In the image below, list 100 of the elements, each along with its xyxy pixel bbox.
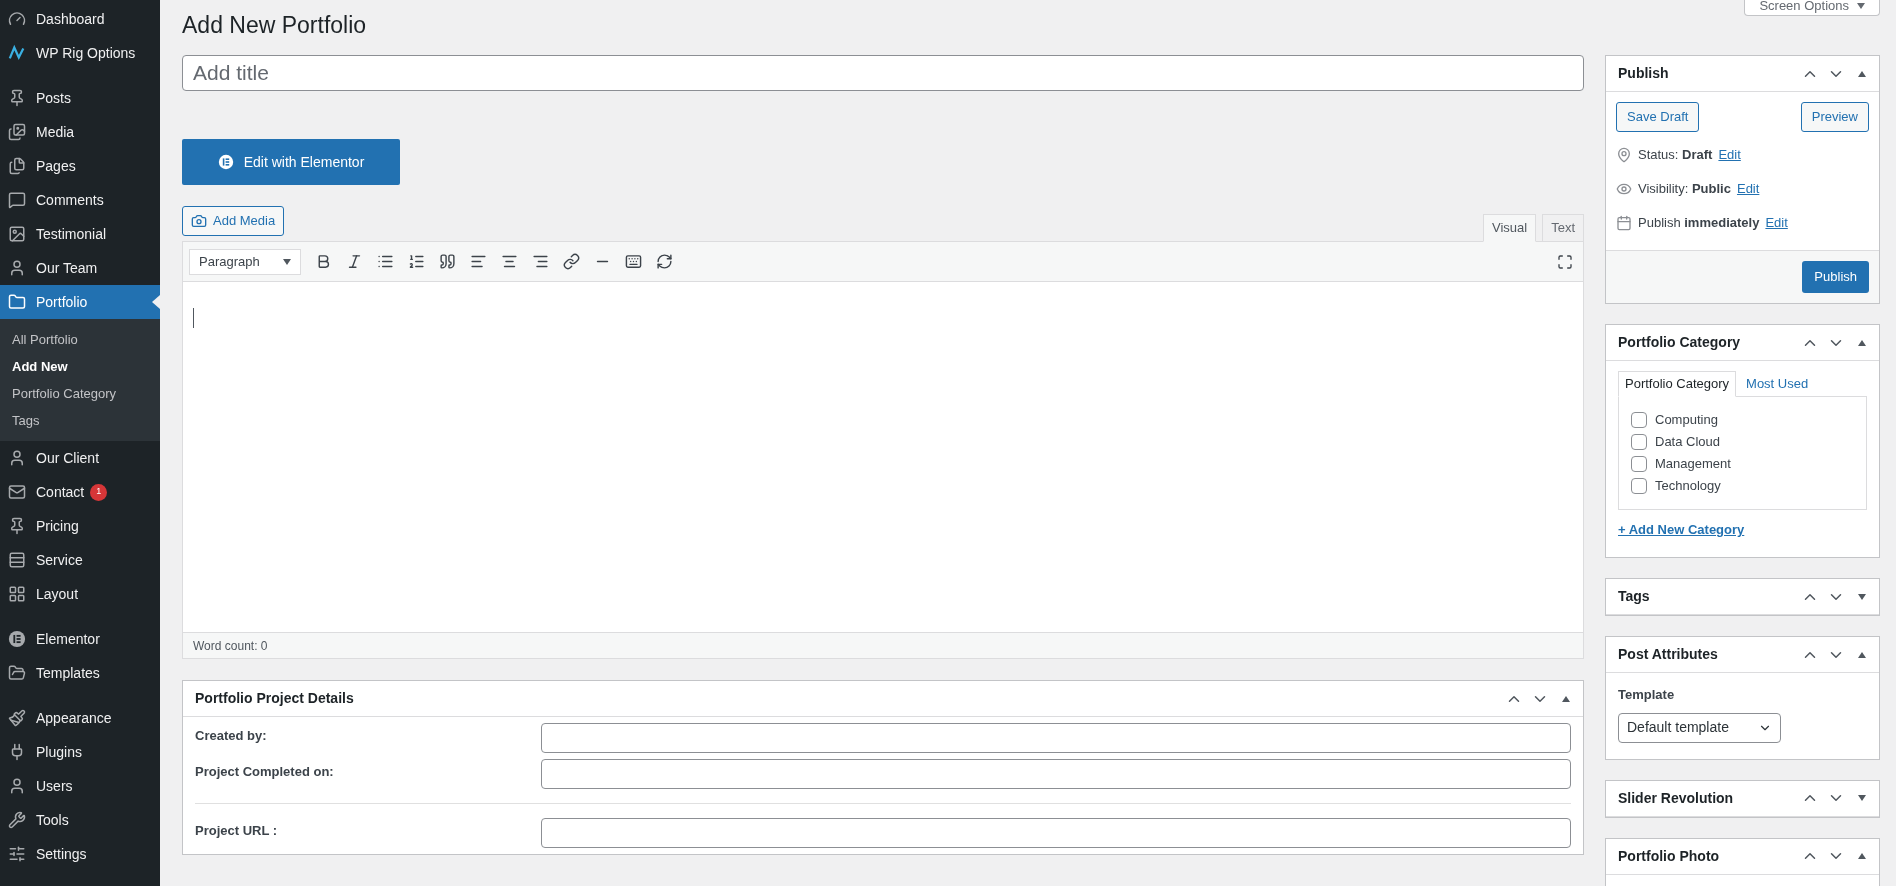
- template-select[interactable]: Default template: [1618, 712, 1781, 743]
- pin-icon: [1616, 147, 1632, 163]
- folder-icon: [8, 664, 26, 682]
- checkbox[interactable]: [1631, 456, 1647, 472]
- link-icon[interactable]: [563, 253, 580, 270]
- menu-item[interactable]: Posts: [0, 81, 160, 115]
- title-field[interactable]: Add title: [182, 55, 1584, 91]
- menu-label: Settings: [36, 844, 87, 864]
- menu-item[interactable]: Our Team: [0, 251, 160, 285]
- add-category-link[interactable]: + Add New Category: [1618, 520, 1745, 540]
- menu-item[interactable]: Templates: [0, 656, 160, 690]
- publish-button[interactable]: Publish: [1802, 261, 1869, 293]
- grid-icon: [8, 585, 26, 603]
- menu-label: Pages: [36, 156, 76, 176]
- align-center-icon[interactable]: [501, 253, 518, 270]
- bullet-list-icon[interactable]: [377, 253, 394, 270]
- editor-tab[interactable]: Text: [1542, 214, 1584, 242]
- elementor-button[interactable]: Edit with Elementor: [182, 139, 400, 185]
- preview-button[interactable]: Preview: [1800, 102, 1869, 132]
- fullscreen-icon[interactable]: [1557, 253, 1573, 270]
- keyboard-icon[interactable]: [625, 253, 642, 270]
- pages-icon: [8, 157, 26, 175]
- status-text: Status: Draft: [1638, 146, 1713, 165]
- dropdown-arrow-icon: [283, 258, 291, 265]
- menu-label: Plugins: [36, 742, 82, 762]
- menu-item[interactable]: Settings: [0, 837, 160, 871]
- text-field[interactable]: [541, 759, 1571, 789]
- menu-label: Appearance: [36, 708, 112, 728]
- box-title: Post Attributes: [1618, 645, 1719, 664]
- menu-item[interactable]: Plugins: [0, 735, 160, 769]
- menu-label: Elementor: [36, 629, 100, 649]
- submenu-item[interactable]: Tags: [0, 407, 160, 434]
- box-title: Publish: [1618, 64, 1670, 83]
- field-label: Created by:: [195, 727, 268, 745]
- toggle-icon[interactable]: [1561, 694, 1571, 703]
- menu-item[interactable]: Pages: [0, 149, 160, 183]
- folder-icon: [8, 293, 26, 311]
- save-draft-button[interactable]: Save Draft: [1616, 102, 1700, 132]
- refresh-icon[interactable]: [656, 253, 673, 270]
- box-title: Portfolio Category: [1618, 333, 1742, 352]
- menu-label: Tools: [36, 810, 69, 830]
- pin-icon: [8, 517, 26, 535]
- checkbox[interactable]: [1631, 478, 1647, 494]
- comment-icon: [8, 191, 26, 209]
- menu-item[interactable]: Contact 1: [0, 475, 160, 509]
- toggle-icon[interactable]: [1857, 69, 1867, 78]
- category-tab[interactable]: Portfolio Category: [1618, 371, 1737, 397]
- menu-item[interactable]: Media: [0, 115, 160, 149]
- menu-item[interactable]: Pricing: [0, 509, 160, 543]
- menu-item[interactable]: Tools: [0, 803, 160, 837]
- menu-item[interactable]: Dashboard: [0, 2, 160, 36]
- category-label: Computing: [1655, 411, 1718, 430]
- calendar-icon: [1616, 215, 1632, 231]
- user-icon: [8, 777, 26, 795]
- box-title: Portfolio Project Details: [195, 689, 355, 708]
- word-count: Word count: 0: [193, 637, 268, 655]
- checkbox[interactable]: [1631, 434, 1647, 450]
- edit-link[interactable]: Edit: [1736, 179, 1760, 199]
- menu-item[interactable]: Users: [0, 769, 160, 803]
- italic-icon[interactable]: [346, 253, 363, 270]
- text-field[interactable]: [541, 723, 1571, 753]
- format-select[interactable]: Paragraph: [189, 248, 301, 275]
- quote-icon[interactable]: [439, 253, 456, 270]
- pin-icon: [8, 89, 26, 107]
- align-right-icon[interactable]: [532, 253, 549, 270]
- edit-link[interactable]: Edit: [1718, 145, 1741, 165]
- menu-label: Contact: [36, 482, 85, 502]
- menu-item[interactable]: Appearance: [0, 701, 160, 735]
- numbered-list-icon[interactable]: [408, 253, 425, 270]
- menu-item[interactable]: Service: [0, 543, 160, 577]
- menu-label: Testimonial: [36, 224, 107, 244]
- text-field[interactable]: [541, 818, 1571, 848]
- menu-item[interactable]: Testimonial: [0, 217, 160, 251]
- dashboard-icon: [8, 10, 26, 28]
- menu-label: Posts: [36, 88, 71, 108]
- toggle-icon[interactable]: [1857, 338, 1867, 347]
- checkbox[interactable]: [1631, 412, 1647, 428]
- toggle-icon[interactable]: [1857, 650, 1867, 659]
- add-media-button[interactable]: Add Media: [182, 206, 285, 236]
- menu-label: Layout: [36, 584, 79, 604]
- menu-item[interactable]: Portfolio: [0, 285, 160, 319]
- menu-item[interactable]: Comments: [0, 183, 160, 217]
- align-left-icon[interactable]: [470, 253, 487, 270]
- toggle-icon[interactable]: [1857, 592, 1867, 601]
- category-tab[interactable]: Most Used: [1736, 371, 1819, 397]
- edit-link[interactable]: Edit: [1765, 213, 1788, 233]
- submenu-item[interactable]: All Portfolio: [0, 326, 160, 353]
- submenu-item[interactable]: Portfolio Category: [0, 380, 160, 407]
- menu-item[interactable]: WP Rig Options: [0, 36, 160, 70]
- submenu-item[interactable]: Add New: [0, 353, 160, 380]
- editor-tab[interactable]: Visual: [1482, 214, 1537, 242]
- menu-item[interactable]: Layout: [0, 577, 160, 611]
- menu-item[interactable]: Our Client: [0, 441, 160, 475]
- toggle-icon[interactable]: [1857, 852, 1867, 860]
- status-text: Publish immediately: [1638, 214, 1760, 233]
- menu-item[interactable]: Elementor: [0, 622, 160, 656]
- count-badge: 1: [90, 483, 108, 501]
- rows-icon: [8, 551, 26, 569]
- toggle-icon[interactable]: [1857, 794, 1867, 802]
- screen-options-button[interactable]: Screen Options: [1744, 0, 1880, 16]
